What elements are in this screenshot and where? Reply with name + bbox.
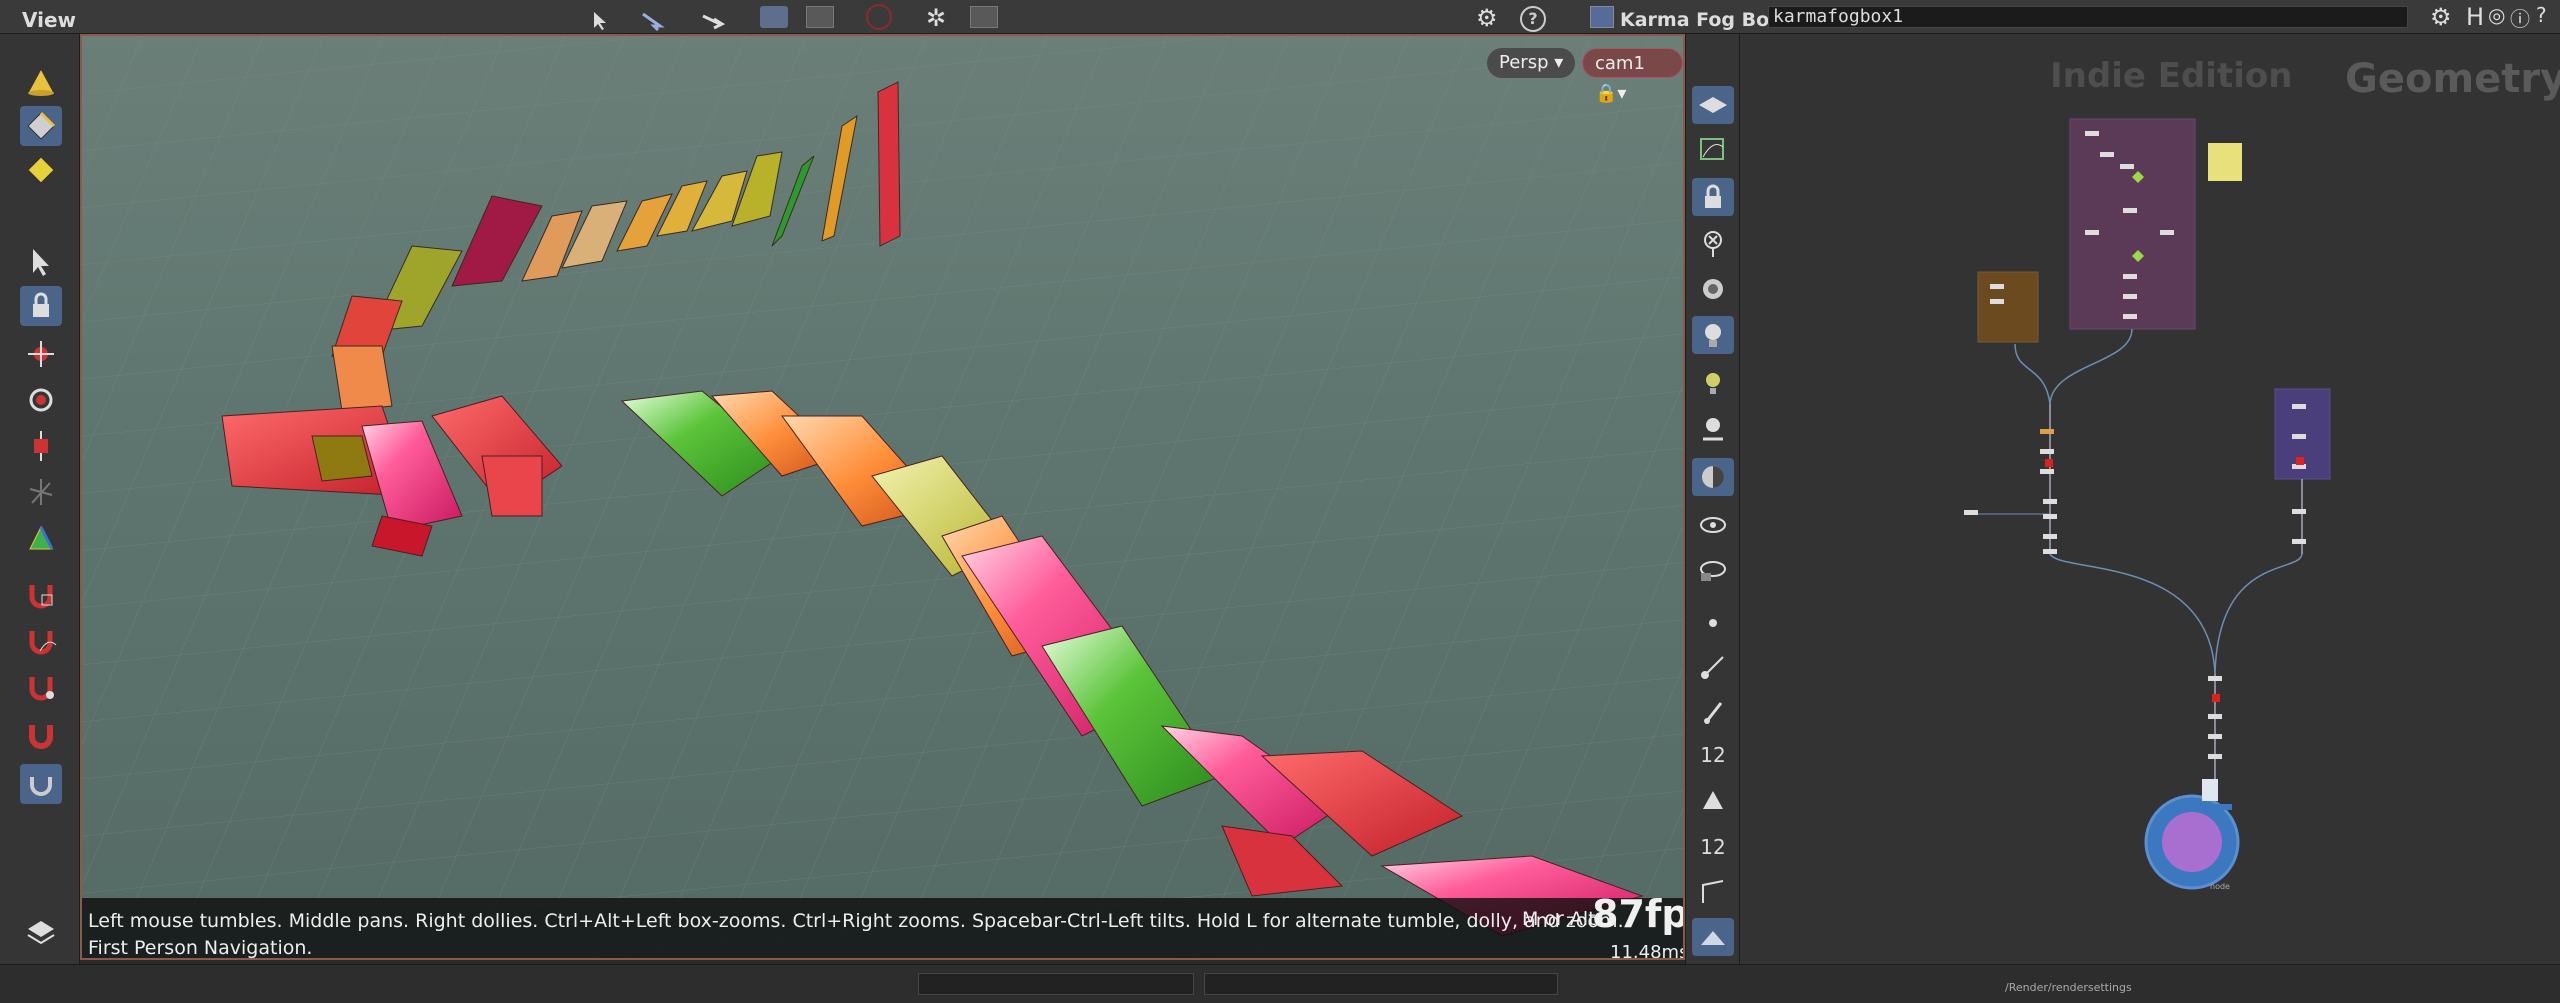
magnet-options-icon[interactable] [20, 764, 62, 804]
display-layers-icon[interactable] [1692, 86, 1734, 124]
parameter-header: Karma Fog Box karmafogbox1 ⚙ H ◎ ⓘ ? [1580, 0, 2560, 34]
node-name-field[interactable]: karmafogbox1 [1768, 6, 2408, 28]
help-icon[interactable]: ? [1520, 6, 1546, 32]
persp-menu-button[interactable]: Persp ▾ [1487, 48, 1576, 78]
cone-create-tool-icon[interactable] [20, 62, 62, 102]
point-number-display[interactable]: 12 [1692, 736, 1734, 774]
houdini-help-icon[interactable]: H [2466, 3, 2484, 31]
lock-camera-icon[interactable] [1692, 178, 1734, 216]
network-box-brown[interactable] [1977, 271, 2039, 343]
network-bottom-bar: /Render/rendersettings [1580, 964, 2560, 1003]
persp-label: Persp [1499, 52, 1549, 73]
info-icon[interactable]: ⓘ [2510, 3, 2530, 32]
gear-icon[interactable]: ⚙ [2430, 3, 2452, 31]
magnet-point-icon[interactable] [20, 666, 62, 706]
snapshot-icon[interactable]: ✲ [926, 4, 946, 32]
edge-select-tool-icon[interactable] [20, 106, 62, 146]
uv-curve-icon[interactable] [1692, 130, 1734, 168]
transform-handle-icon[interactable] [20, 334, 62, 374]
scale-handle-icon[interactable] [20, 426, 62, 466]
navigation-hint-modifier: M or Alt [1522, 908, 1596, 930]
light-link-icon[interactable] [1692, 410, 1734, 448]
lock-tool-icon[interactable] [20, 286, 62, 326]
camera-label: cam1 [1595, 53, 1645, 74]
select-arrow-icon[interactable] [590, 10, 612, 32]
viewport-toolbar: View ✲ ⚙ ? [0, 0, 1580, 34]
clear-icon[interactable] [1692, 224, 1734, 262]
select-tool-icon[interactable] [20, 242, 62, 282]
left-tool-shelf [0, 34, 80, 983]
help-icon[interactable]: ? [2536, 3, 2547, 27]
domino-scene[interactable] [82, 36, 1685, 960]
pose-arrow-icon[interactable] [640, 10, 666, 32]
prim-number-display[interactable]: 12 [1692, 828, 1734, 866]
navigation-hint: Left mouse tumbles. Middle pans. Right d… [88, 908, 1624, 959]
magnet-icon[interactable] [20, 714, 62, 754]
display-options-shelf: 12 12 [1685, 34, 1740, 964]
prim-number-label: 12 [1700, 835, 1726, 859]
network-editor[interactable]: Indie Edition Geometry node [1740, 34, 2560, 964]
network-path: /Render/rendersettings [2005, 981, 2132, 994]
normal-display-icon[interactable] [1692, 648, 1734, 686]
navigation-hint-line1: Left mouse tumbles. Middle pans. Right d… [88, 910, 1624, 932]
gear-icon[interactable]: ⚙ [1476, 4, 1498, 32]
bypassed-nodes[interactable] [2045, 457, 2304, 832]
headlight-icon[interactable] [1692, 270, 1734, 308]
point-display-icon[interactable] [1692, 604, 1734, 642]
node-type-label: Karma Fog Box [1620, 9, 1782, 31]
search-icon[interactable]: ◎ [2488, 3, 2505, 27]
light-bulb-small-icon[interactable] [1692, 364, 1734, 402]
timeline-segment[interactable] [918, 973, 1194, 995]
shading-mode-icon[interactable] [1692, 458, 1734, 496]
handle-arrow-icon[interactable] [700, 10, 726, 32]
magnet-grid-icon[interactable] [20, 574, 62, 614]
stack-layers-icon[interactable] [20, 910, 62, 950]
karma-fog-box-icon [1590, 6, 1614, 28]
frame-time: 11.48ms [1610, 942, 1685, 960]
box-display-icon[interactable] [806, 6, 834, 28]
visibility-eye-alt-icon[interactable] [1692, 550, 1734, 588]
fps-counter: 87fps [1592, 892, 1683, 936]
viewport-bottom-strip [0, 964, 1580, 1003]
no-entry-icon[interactable] [866, 4, 892, 30]
prim-display-icon[interactable] [1692, 782, 1734, 820]
viewport-tab-title[interactable]: View [22, 8, 76, 32]
panel-layout-icon[interactable] [970, 6, 998, 28]
vector-display-icon[interactable] [1692, 692, 1734, 730]
navigation-hint-line2: First Person Navigation. [88, 937, 313, 959]
scene-viewport[interactable]: Persp ▾ cam1 🔒▾ Left mouse tumbles. Midd… [80, 34, 1685, 960]
node-graph[interactable]: node [1740, 34, 2560, 964]
point-number-label: 12 [1700, 743, 1726, 767]
move-tool-icon[interactable] [20, 518, 62, 558]
camera-view-icon[interactable] [760, 6, 788, 28]
houdini-window: View ✲ ⚙ ? Persp ▾ cam1 🔒▾ Left mouse tu… [0, 0, 2560, 1003]
light-bulb-icon[interactable] [1692, 316, 1734, 354]
face-select-tool-icon[interactable] [20, 150, 62, 190]
pose-tool-icon[interactable] [20, 472, 62, 512]
visibility-eye-icon[interactable] [1692, 506, 1734, 544]
camera-menu-button[interactable]: cam1 🔒▾ [1582, 48, 1683, 104]
svg-text:node: node [2210, 882, 2230, 891]
magnet-curve-icon[interactable] [20, 620, 62, 660]
timeline-segment[interactable] [1204, 973, 1558, 995]
edge-display-icon[interactable] [1692, 874, 1734, 912]
ground-plane-icon[interactable] [1692, 918, 1734, 956]
viewport-status-strip: Left mouse tumbles. Middle pans. Right d… [82, 898, 1683, 959]
rotate-handle-icon[interactable] [20, 380, 62, 420]
sticky-note[interactable] [2208, 143, 2242, 181]
